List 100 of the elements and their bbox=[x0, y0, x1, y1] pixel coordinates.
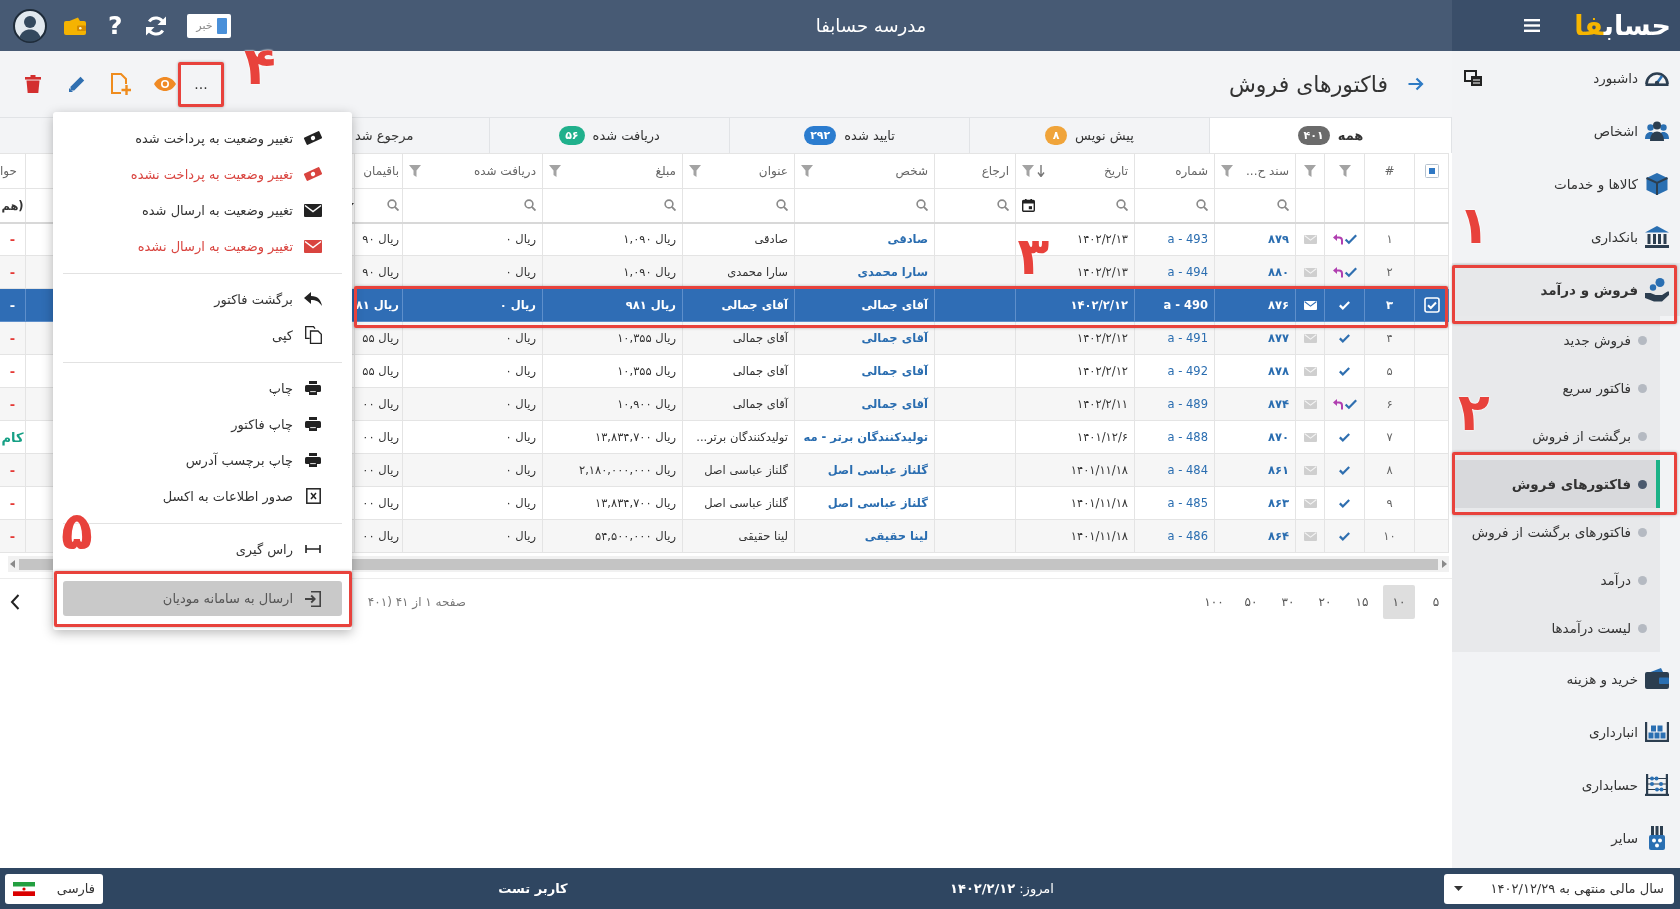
page-size-option[interactable]: ۱۰ bbox=[1383, 585, 1415, 619]
tab[interactable]: مرجوع شد bbox=[351, 118, 489, 153]
pencil-cup-icon[interactable] bbox=[1646, 825, 1668, 850]
sidebar-item[interactable]: بانکداری bbox=[1583, 210, 1680, 263]
document-number-link[interactable]: ۸۷۸ bbox=[1267, 364, 1289, 378]
people-icon[interactable] bbox=[1645, 120, 1669, 141]
person-link[interactable]: آقای جمالی bbox=[861, 298, 928, 312]
sidebar-item[interactable]: انبارداری bbox=[1580, 705, 1680, 758]
page-size-option[interactable]: ۵۰ bbox=[1235, 585, 1267, 619]
person-link[interactable]: لینا حقیقی bbox=[864, 529, 928, 543]
tab[interactable]: تایید شده ۲۹۲ bbox=[729, 118, 969, 153]
person-link[interactable]: آقای جمالی bbox=[861, 364, 928, 378]
column-header[interactable]: ارجاع bbox=[981, 164, 1009, 178]
filter-icon[interactable] bbox=[1022, 165, 1034, 177]
sort-arrow-icon[interactable] bbox=[1037, 165, 1045, 177]
sidebar-item[interactable]: سایر bbox=[1603, 811, 1680, 864]
checkbox[interactable] bbox=[1424, 164, 1439, 178]
sidebar-subitem[interactable]: درآمد bbox=[1592, 556, 1660, 604]
document-number-link[interactable]: ۸۶۱ bbox=[1267, 463, 1289, 477]
more-button[interactable]: ... bbox=[186, 69, 216, 99]
calendar-icon[interactable] bbox=[1022, 198, 1035, 212]
refresh-icon[interactable] bbox=[144, 14, 167, 37]
menu-item[interactable]: چاپ bbox=[268, 370, 342, 406]
news-button[interactable]: خبر bbox=[186, 13, 231, 38]
page-size-option[interactable]: ۲۰ bbox=[1309, 585, 1341, 619]
page-size-option[interactable]: ۵ bbox=[1420, 585, 1452, 619]
help-button[interactable]: ? bbox=[108, 13, 123, 38]
document-number-link[interactable]: ۸۶۳ bbox=[1267, 496, 1289, 510]
sidebar-item[interactable]: خرید و هزینه bbox=[1558, 652, 1680, 705]
filter-icon[interactable] bbox=[549, 165, 561, 177]
sidebar-subitem[interactable]: فاکتورهای برگشت از فروش bbox=[1463, 508, 1660, 556]
sidebar-subitem[interactable]: فاکتور سریع bbox=[1554, 364, 1660, 412]
box-icon[interactable] bbox=[1645, 171, 1669, 196]
caret-left-icon[interactable] bbox=[10, 560, 15, 568]
arrow-icon[interactable] bbox=[1408, 77, 1424, 91]
document-number-link[interactable]: ۸۶۴ bbox=[1267, 529, 1289, 543]
coins-hand-icon[interactable] bbox=[1645, 277, 1669, 302]
column-header[interactable]: شخص bbox=[895, 164, 928, 178]
sidebar-item[interactable]: داشبورد bbox=[1585, 51, 1680, 104]
panels-icon[interactable] bbox=[1464, 69, 1482, 86]
menu-item[interactable]: تغییر وضعیت به پرداخت نشده bbox=[130, 156, 342, 192]
menu-item[interactable]: راس گیری bbox=[235, 531, 342, 567]
gauge-icon[interactable] bbox=[1645, 69, 1669, 86]
shelf-icon[interactable] bbox=[1645, 721, 1669, 742]
tab[interactable]: دریافت شده ۵۶ bbox=[489, 118, 729, 153]
menu-icon[interactable] bbox=[1524, 19, 1541, 32]
fiscal-year-select[interactable]: سال مالی منتهی به ۱۴۰۲/۱۲/۲۹ bbox=[1444, 873, 1674, 904]
person-link[interactable]: صادقی bbox=[887, 232, 928, 247]
page-size-option[interactable]: ۱۰۰ bbox=[1198, 585, 1230, 619]
column-header[interactable]: شماره bbox=[1175, 164, 1208, 178]
filter-icon[interactable] bbox=[689, 165, 701, 177]
wallet-icon[interactable] bbox=[1645, 668, 1669, 689]
document-number-link[interactable]: ۸۷۹ bbox=[1267, 232, 1289, 247]
filter-icon[interactable] bbox=[801, 165, 813, 177]
abacus-icon[interactable] bbox=[1645, 773, 1669, 796]
sidebar-subitem[interactable]: لیست درآمدها bbox=[1543, 604, 1660, 652]
menu-item[interactable]: صدور اطلاعات به اکسل bbox=[162, 478, 342, 514]
chevron-left-icon[interactable] bbox=[10, 594, 20, 610]
filter-icon[interactable] bbox=[1221, 165, 1233, 177]
document-number-link[interactable]: ۸۷۰ bbox=[1267, 430, 1289, 444]
column-header[interactable]: مبلغ bbox=[655, 164, 676, 178]
menu-item[interactable]: برگشت فاکتور bbox=[214, 281, 342, 317]
tab[interactable]: همه ۴۰۱ bbox=[1209, 118, 1452, 153]
document-number-link[interactable]: ۸۸۰ bbox=[1267, 265, 1289, 279]
sidebar-item[interactable]: اشخاص bbox=[1585, 104, 1680, 157]
envelope-icon bbox=[304, 239, 322, 253]
sidebar-item[interactable]: کالاها و خدمات bbox=[1545, 157, 1680, 210]
highlight-frame bbox=[178, 62, 224, 107]
page-size-option[interactable]: ۱۵ bbox=[1346, 585, 1378, 619]
person-link[interactable]: آقای جمالی bbox=[861, 397, 928, 411]
document-number-link[interactable]: ۸۷۴ bbox=[1267, 397, 1289, 411]
document-number-link[interactable]: ۸۷۶ bbox=[1267, 298, 1289, 312]
menu-item[interactable]: تغییر وضعیت به ارسال شده bbox=[141, 192, 342, 228]
menu-item[interactable]: ارسال به سامانه مودیان bbox=[63, 581, 342, 616]
caret-right-icon[interactable] bbox=[1442, 560, 1447, 568]
page-size-option[interactable]: ۳۰ bbox=[1272, 585, 1304, 619]
person-link[interactable]: آقای جمالی bbox=[861, 331, 928, 345]
language-select[interactable]: فارسی bbox=[5, 873, 103, 904]
sidebar-item[interactable]: حسابداری bbox=[1573, 758, 1680, 811]
bank-icon[interactable] bbox=[1645, 225, 1669, 248]
document-number-link[interactable]: ۸۷۷ bbox=[1267, 331, 1289, 345]
menu-item[interactable]: کپی bbox=[272, 317, 342, 353]
filter-icon[interactable] bbox=[1338, 165, 1351, 177]
filter-icon[interactable] bbox=[1304, 165, 1316, 177]
avatar-icon[interactable] bbox=[13, 8, 47, 43]
menu-item[interactable]: چاپ برچسب آدرس bbox=[185, 442, 342, 478]
column-header[interactable]: عنوان bbox=[758, 164, 788, 178]
column-header[interactable]: تاریخ bbox=[1104, 164, 1128, 178]
menu-item[interactable]: تغییر وضعیت به ارسال نشده bbox=[137, 228, 342, 264]
spreadsheet-icon bbox=[305, 488, 321, 504]
bullet-icon bbox=[1638, 431, 1647, 441]
page-icon bbox=[216, 17, 227, 34]
filter-icon[interactable] bbox=[409, 165, 421, 177]
menu-item[interactable]: تغییر وضعیت به پرداخت شده bbox=[135, 120, 342, 156]
column-header[interactable]: # bbox=[1384, 164, 1395, 178]
column-header[interactable]: دریافت شده bbox=[473, 164, 536, 178]
tab[interactable]: پیش نویس ۸ bbox=[969, 118, 1209, 153]
sidebar-subitem[interactable]: برگشت از فروش bbox=[1524, 412, 1660, 460]
menu-item[interactable]: چاپ فاکتور bbox=[231, 406, 342, 442]
sidebar-subitem[interactable]: فروش جدید bbox=[1555, 316, 1660, 364]
